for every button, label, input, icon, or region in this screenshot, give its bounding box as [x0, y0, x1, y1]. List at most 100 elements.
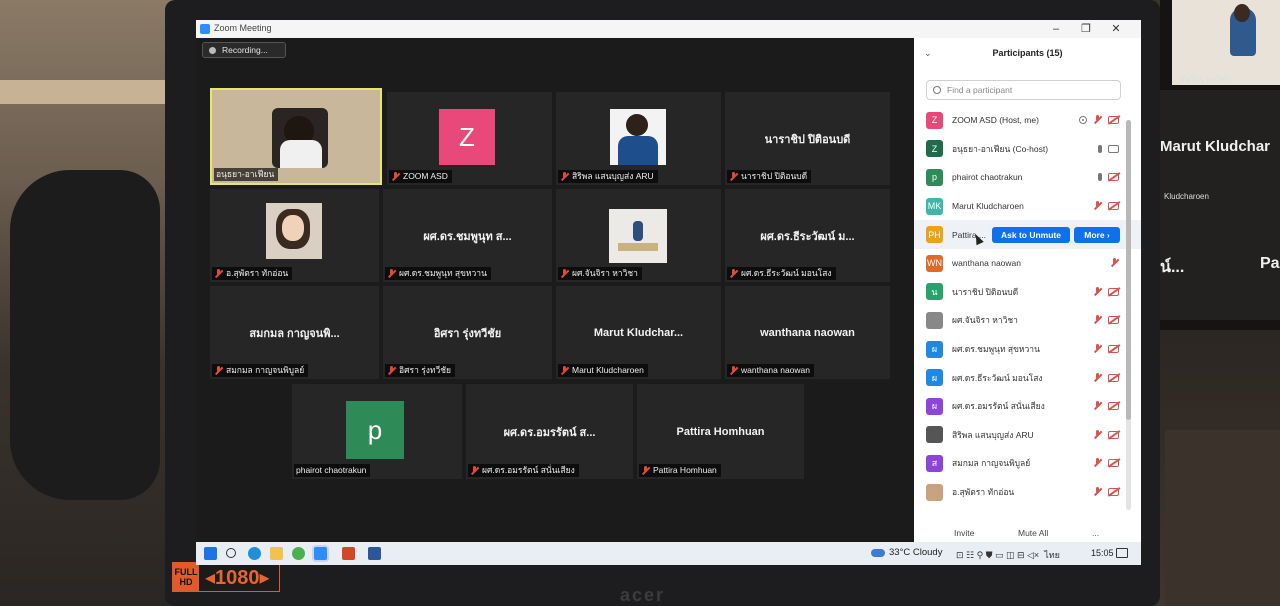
mic-muted-icon — [729, 268, 738, 279]
participant-status — [1093, 487, 1119, 497]
video-tile[interactable]: Z ZOOM ASD — [387, 92, 552, 185]
participant-row[interactable]: ผ ผศ.ดร.อมรรัตน์ สนั่นเสียง — [914, 392, 1141, 421]
language-indicator[interactable]: ไทย — [1044, 550, 1060, 560]
participant-row[interactable]: ส สมกมล กาญจนพิบูลย์ — [914, 449, 1141, 478]
participant-avatar: Z — [926, 111, 943, 129]
participant-name: อ.สุพัตรา ทักอ่อน — [952, 487, 1015, 498]
video-tile[interactable]: wanthana naowan wanthana naowan — [725, 286, 890, 379]
video-tile[interactable]: p phairot chaotrakun — [292, 384, 462, 479]
mic-on-icon[interactable] — [1098, 173, 1102, 182]
mic-muted-icon[interactable] — [1093, 315, 1102, 325]
invite-button[interactable]: Invite — [954, 528, 974, 538]
participant-name: phairot chaotrakun — [952, 172, 1023, 183]
video-tile[interactable]: Pattira Homhuan Pattira Homhuan — [637, 384, 804, 479]
video-tile[interactable]: ผศ.ดร.ธีระวัฒน์ ม... ผศ.ดร.ธีระวัฒน์ มอน… — [725, 189, 890, 282]
close-button[interactable]: ✕ — [1101, 21, 1131, 37]
participant-name: Marut Kludcharoen — [952, 201, 1024, 212]
video-tile[interactable]: ผศ.ดร.ชมพูนุท ส... ผศ.ดร.ชมพูนุท สุขหวาน — [383, 189, 552, 282]
participant-row[interactable]: สิริพล แสนบุญส่ง ARU — [914, 421, 1141, 450]
chrome-icon[interactable] — [292, 547, 305, 560]
tile-name-label: Marut Kludcharoen — [558, 364, 648, 377]
windows-start-icon[interactable] — [204, 547, 217, 560]
mic-muted-icon[interactable] — [1093, 372, 1102, 383]
participants-footer: Invite Mute All ... — [914, 528, 1141, 542]
zoom-app-icon[interactable] — [314, 547, 327, 560]
mic-muted-icon[interactable] — [1093, 201, 1102, 211]
window-title: Zoom Meeting — [214, 23, 272, 33]
participant-row[interactable]: ผ ผศ.ดร.ชมพูนุท สุขหวาน — [914, 335, 1141, 364]
recording-indicator[interactable]: Recording... — [202, 42, 286, 58]
more-button[interactable]: More › — [1074, 226, 1120, 243]
search-icon — [933, 86, 941, 94]
mic-muted-icon[interactable] — [1093, 487, 1102, 497]
edge-browser-icon[interactable] — [248, 547, 261, 560]
video-tile[interactable]: ผศ.จันจิรา หาวิชา — [556, 189, 721, 282]
participant-name: สิริพล แสนบุญส่ง ARU — [952, 429, 1034, 440]
tile-name: ผศ.ดร.ธีระวัฒน์ มอนโสง — [741, 268, 832, 278]
tile-name-label: Pattira Homhuan — [639, 464, 721, 477]
video-tile[interactable]: อนุธยา-อาเฟียน — [210, 88, 382, 185]
participant-row[interactable]: ผศ.จันจิรา หาวิชา — [914, 306, 1141, 335]
video-tile[interactable]: Marut Kludchar... Marut Kludcharoen — [556, 286, 721, 379]
tile-name-label: phairot chaotrakun — [294, 464, 371, 477]
participant-row[interactable]: p phairot chaotrakun — [914, 163, 1141, 192]
notification-icon[interactable] — [1116, 548, 1128, 558]
mic-muted-icon — [391, 171, 400, 182]
clock[interactable]: 15:05 — [1091, 548, 1114, 558]
participant-row[interactable]: WN wanthana naowan — [914, 249, 1141, 278]
weather-widget[interactable]: 33°C Cloudy — [871, 547, 942, 558]
participant-row[interactable]: Z อนุธยา-อาเฟียน (Co-host) — [914, 135, 1141, 164]
mic-muted-icon[interactable] — [1093, 401, 1102, 411]
participants-panel: ⌄ Participants (15) Find a participant Z… — [914, 38, 1141, 542]
mic-muted-icon[interactable] — [1093, 344, 1102, 354]
weather-text: 33°C Cloudy — [889, 547, 943, 558]
participant-status — [1098, 173, 1119, 182]
video-tile[interactable]: ผศ.ดร.อมรรัตน์ ส... ผศ.ดร.อมรรัตน์ สนั่น… — [466, 384, 633, 479]
speaker-grille — [1165, 430, 1280, 606]
participant-status — [1079, 115, 1119, 125]
mic-muted-icon[interactable] — [1093, 429, 1102, 440]
system-tray[interactable]: ⊡ ☷ ⚲ ⛊ ▭ ◫ ⊟ ◁× ไทย — [956, 548, 1060, 562]
video-tile[interactable]: นาราชิป ปิติอนบดี นาราชิป ปิติอนบดี — [725, 92, 890, 185]
mic-muted-icon[interactable] — [1110, 258, 1119, 268]
mic-muted-icon — [387, 268, 396, 279]
second-monitor-top-label: จันจิรา หาวิชา — [1180, 75, 1231, 84]
tile-name-label: สมกมล กาญจนพิบูลย์ — [212, 364, 309, 377]
ask-to-unmute-button[interactable]: Ask to Unmute — [992, 226, 1070, 243]
participant-row[interactable]: MK Marut Kludcharoen — [914, 192, 1141, 221]
powerpoint-icon[interactable] — [342, 547, 355, 560]
mic-on-icon[interactable] — [1098, 144, 1102, 153]
participant-search-input[interactable]: Find a participant — [926, 80, 1121, 100]
minimize-button[interactable]: – — [1041, 21, 1071, 37]
camera-fhd-badge: FULL HD ◂1080▸ — [172, 562, 280, 592]
more-options-button[interactable]: ... — [1092, 528, 1099, 538]
participant-row[interactable]: ผ ผศ.ดร.ธีระวัฒน์ มอนโสง — [914, 363, 1141, 392]
participant-name: ผศ.ดร.อมรรัตน์ สนั่นเสียง — [952, 401, 1045, 412]
tile-name: ZOOM ASD — [403, 171, 448, 181]
person-face — [282, 215, 304, 241]
video-tile[interactable]: สิริพล แสนบุญส่ง ARU — [556, 92, 721, 185]
mute-all-button[interactable]: Mute All — [1018, 528, 1048, 538]
shelf — [0, 80, 170, 104]
maximize-button[interactable]: ❐ — [1071, 21, 1101, 37]
mic-muted-icon[interactable] — [1093, 458, 1102, 468]
participant-row[interactable]: อ.สุพัตรา ทักอ่อน — [914, 478, 1141, 507]
participant-row[interactable]: น นาราชิป ปิติอนบดี — [914, 278, 1141, 307]
file-explorer-icon[interactable] — [270, 547, 283, 560]
video-tile[interactable]: อิศรา รุ่งทวีชัย อิศรา รุ่งทวีชัย — [383, 286, 552, 379]
participant-scrollbar-thumb[interactable] — [1126, 120, 1131, 420]
video-off-icon — [1108, 373, 1119, 382]
video-tile[interactable]: สมกมล กาญจนพิ... สมกมล กาญจนพิบูลย์ — [210, 286, 379, 379]
laptop-screen: Zoom Meeting – ❐ ✕ Recording... อนุธยา-อ… — [196, 20, 1141, 565]
tile-name: นาราชิป ปิติอนบดี — [741, 171, 808, 181]
person-figure — [633, 221, 643, 241]
word-icon[interactable] — [368, 547, 381, 560]
window-titlebar[interactable]: Zoom Meeting – ❐ ✕ — [196, 20, 1141, 38]
participant-row[interactable]: PH Pattira ... Ask to Unmute More › — [914, 220, 1141, 249]
second-monitor: จันจิรา หาวิชา Marut Kludchar Kludcharoe… — [1160, 0, 1280, 330]
participant-row[interactable]: Z ZOOM ASD (Host, me) — [914, 106, 1141, 135]
search-icon[interactable] — [226, 548, 236, 558]
mic-muted-icon[interactable] — [1093, 115, 1102, 125]
mic-muted-icon[interactable] — [1093, 286, 1102, 297]
video-tile[interactable]: อ.สุพัตรา ทักอ่อน — [210, 189, 379, 282]
